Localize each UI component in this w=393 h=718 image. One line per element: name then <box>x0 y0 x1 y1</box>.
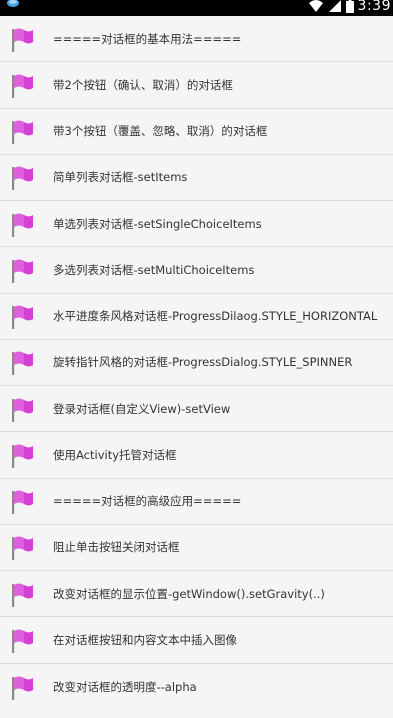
battery-icon <box>345 0 354 13</box>
list-item-label: 旋转指针风格的对话框-ProgressDialog.STYLE_SPINNER <box>53 355 353 370</box>
flag-icon <box>12 305 33 330</box>
status-bar: 3:39 <box>0 0 393 16</box>
list-item-label: 带2个按钮（确认、取消）的对话框 <box>53 77 233 92</box>
status-icons: 3:39 <box>308 0 393 15</box>
list-item[interactable]: 改变对话框的显示位置-getWindow().setGravity(..) <box>0 571 393 618</box>
list-item-label: 带3个按钮（覆盖、忽略、取消）的对话框 <box>53 124 268 139</box>
list-item[interactable]: 阻止单击按钮关闭对话框 <box>0 525 393 571</box>
list-item-label: 阻止单击按钮关闭对话框 <box>53 540 180 555</box>
dialog-demo-list: =====对话框的基本用法===== 带2个按钮（确认、取消）的对话框带3个按钮（… <box>0 16 393 718</box>
flag-icon <box>12 28 33 52</box>
list-item[interactable]: =====对话框的高级应用===== <box>0 479 393 525</box>
flag-icon <box>12 444 33 468</box>
list-item-label: =====对话框的基本用法===== <box>53 31 242 46</box>
flag-icon <box>12 213 33 237</box>
list-item-label: 在对话框按钮和内容文本中插入图像 <box>53 632 237 647</box>
flag-icon <box>12 74 33 98</box>
list-item[interactable]: 使用Activity托管对话框 <box>0 432 393 479</box>
list-item[interactable]: =====对话框的基本用法===== <box>0 16 393 63</box>
flag-icon <box>12 120 33 145</box>
list-item[interactable]: 在对话框按钮和内容文本中插入图像 <box>0 617 393 664</box>
list-item[interactable]: 简单列表对话框-setItems <box>0 155 393 201</box>
flag-icon <box>12 490 33 515</box>
list-item-label: 登录对话框(自定义View)-setView <box>53 401 231 416</box>
wifi-icon <box>308 0 323 12</box>
list-item[interactable]: 多选列表对话框-setMultiChoiceItems <box>0 247 393 294</box>
list-item-label: 单选列表对话框-setSingleChoiceItems <box>53 216 262 231</box>
list-item-label: 水平进度条风格对话框-ProgressDilaog.STYLE_HORIZONT… <box>53 309 378 324</box>
list-item[interactable]: 改变对话框的透明度--alpha <box>0 664 393 710</box>
app-notification-icon <box>7 0 19 7</box>
list-item-label: 简单列表对话框-setItems <box>53 170 188 185</box>
list-item-label: 改变对话框的显示位置-getWindow().setGravity(..) <box>53 586 325 601</box>
flag-icon <box>12 536 33 561</box>
flag-icon <box>12 259 33 283</box>
flag-icon <box>12 166 33 191</box>
list-item[interactable]: 登录对话框(自定义View)-setView <box>0 386 393 433</box>
flag-icon <box>12 583 33 607</box>
list-item-label: 使用Activity托管对话框 <box>53 447 177 462</box>
list-item-label: 多选列表对话框-setMultiChoiceItems <box>53 262 255 277</box>
list-item[interactable]: 单选列表对话框-setSingleChoiceItems <box>0 201 393 248</box>
list-item[interactable]: 水平进度条风格对话框-ProgressDilaog.STYLE_HORIZONT… <box>0 294 393 340</box>
status-time: 3:39 <box>357 0 391 14</box>
flag-icon <box>12 629 33 653</box>
list-item-label: =====对话框的高级应用===== <box>53 494 242 509</box>
list-item[interactable]: 带2个按钮（确认、取消）的对话框 <box>0 62 393 109</box>
signal-icon <box>328 0 341 12</box>
flag-icon <box>12 676 33 700</box>
flag-icon <box>12 398 33 422</box>
list-item-label: 改变对话框的透明度--alpha <box>53 679 197 694</box>
list-item[interactable]: 带3个按钮（覆盖、忽略、取消）的对话框 <box>0 109 393 155</box>
list-item[interactable]: 旋转指针风格的对话框-ProgressDialog.STYLE_SPINNER <box>0 340 393 386</box>
flag-icon <box>12 351 33 376</box>
